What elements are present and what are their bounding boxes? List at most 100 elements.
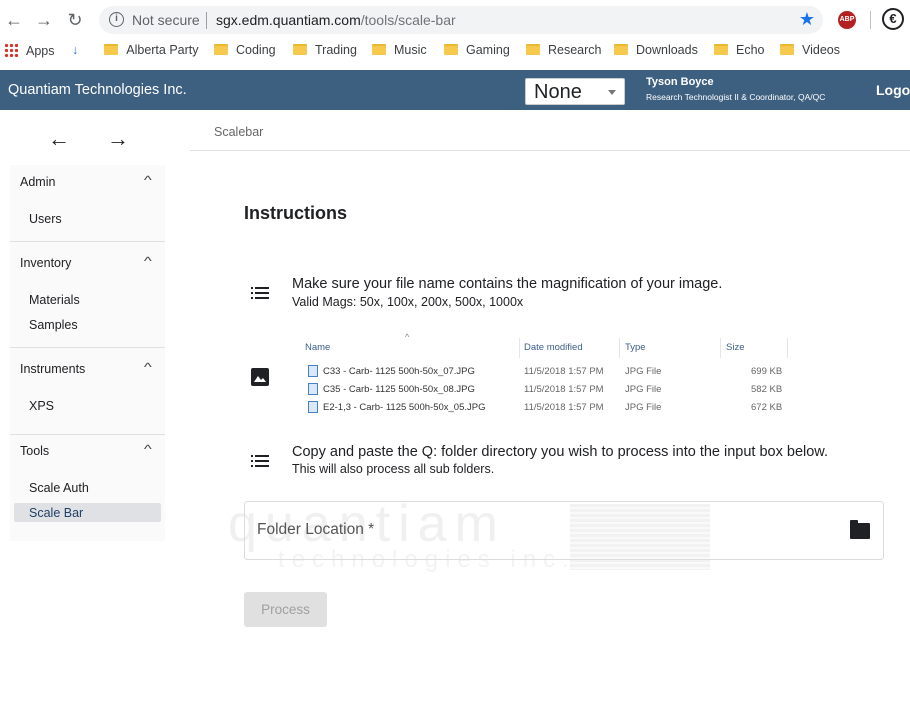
bookmark-apps[interactable]: Apps: [4, 43, 55, 58]
bookmark-downloads[interactable]: Downloads: [614, 43, 698, 57]
file-size: 699 KB: [751, 366, 783, 377]
adblock-extension-icon[interactable]: ABP: [838, 11, 856, 29]
bookmark-label: Alberta Party: [126, 43, 199, 57]
column-divider: [519, 338, 520, 358]
column-divider: [619, 338, 620, 358]
browser-forward-button[interactable]: →: [32, 8, 56, 32]
browser-reload-button[interactable]: ↻: [63, 8, 87, 32]
sidebar-item-scale-bar[interactable]: Scale Bar: [29, 506, 83, 520]
sidebar-item-users[interactable]: Users: [29, 212, 62, 226]
bookmark-research[interactable]: Research: [526, 43, 602, 57]
step-1-subtext: Valid Mags: 50x, 100x, 200x, 500x, 1000x: [292, 295, 524, 309]
browser-back-button[interactable]: ←: [2, 8, 26, 32]
folder-icon: [614, 44, 628, 55]
file-name: E2-1,3 - Carb- 1125 500h-50x_05.JPG: [323, 402, 486, 413]
bookmark-gaming[interactable]: Gaming: [444, 43, 510, 57]
sidebar-divider: [10, 347, 165, 348]
sidebar-section-admin[interactable]: Admin: [20, 175, 55, 189]
bookmark-label: Gaming: [466, 43, 510, 57]
folder-icon: [293, 44, 307, 55]
folder-location-label: Folder Location *: [257, 521, 375, 538]
bookmark-label: Videos: [802, 43, 840, 57]
address-bar[interactable]: i Not secure sgx.edm.quantiam.com/tools/…: [99, 6, 823, 34]
list-icon: [251, 455, 269, 468]
column-header-type: Type: [625, 342, 646, 353]
address-divider: [206, 12, 207, 29]
user-role: Research Technologist II & Coordinator, …: [646, 92, 826, 102]
column-header-name: Name: [305, 342, 331, 353]
table-row: C35 - Carb- 1125 500h-50x_08.JPG 11/5/20…: [300, 382, 790, 398]
sidebar-section-inventory[interactable]: Inventory: [20, 256, 71, 270]
info-icon[interactable]: i: [109, 12, 124, 27]
column-divider: [787, 338, 788, 358]
bookmark-label: Apps: [26, 44, 55, 58]
browser-chrome: ← → ↻ i Not secure sgx.edm.quantiam.com/…: [0, 0, 910, 70]
list-icon: [251, 287, 269, 300]
file-explorer-example: ^ Name Date modified Type Size C33 - Car…: [300, 332, 790, 420]
folder-icon: [372, 44, 386, 55]
file-date: 11/5/2018 1:57 PM: [524, 366, 604, 377]
bookmarks-bar: Apps ↓ Alberta Party Coding Trading Music…: [0, 40, 910, 64]
bookmark-label: Coding: [236, 43, 276, 57]
chevron-up-icon[interactable]: ^: [144, 254, 152, 268]
bookmark-trading[interactable]: Trading: [293, 43, 357, 57]
sidebar-section-tools[interactable]: Tools: [20, 444, 49, 458]
table-row: E2-1,3 - Carb- 1125 500h-50x_05.JPG 11/5…: [300, 400, 790, 416]
chevron-up-icon[interactable]: ^: [144, 360, 152, 374]
bookmark-label: Research: [548, 43, 602, 57]
step-2-text: Copy and paste the Q: folder directory y…: [292, 444, 828, 460]
image-icon: [251, 368, 269, 386]
url-text[interactable]: sgx.edm.quantiam.com/tools/scale-bar: [216, 12, 456, 28]
bookmark-alberta-party[interactable]: ↓ Alberta Party: [72, 43, 199, 57]
sidebar-item-samples[interactable]: Samples: [29, 318, 78, 332]
logout-link[interactable]: Logo: [876, 82, 910, 98]
forward-arrow-icon[interactable]: →: [107, 126, 129, 152]
process-button[interactable]: Process: [244, 592, 327, 627]
folder-icon: [526, 44, 540, 55]
sidebar: Admin ^ Users Inventory ^ Materials Samp…: [10, 165, 165, 541]
extension-e-icon[interactable]: €: [882, 8, 904, 30]
bookmark-music[interactable]: Music: [372, 43, 427, 57]
group-select[interactable]: None: [525, 78, 625, 105]
folder-icon: [214, 44, 228, 55]
file-name: C33 - Carb- 1125 500h-50x_07.JPG: [323, 366, 475, 377]
chevron-down-icon: [608, 90, 616, 95]
sidebar-section-instruments[interactable]: Instruments: [20, 362, 85, 376]
bookmark-label: Music: [394, 43, 427, 57]
folder-icon[interactable]: [850, 520, 870, 539]
bookmark-label: Downloads: [636, 43, 698, 57]
bookmark-coding[interactable]: Coding: [214, 43, 276, 57]
bookmark-echo[interactable]: Echo: [714, 43, 765, 57]
chevron-up-icon[interactable]: ^: [144, 173, 152, 187]
file-type: JPG File: [625, 366, 662, 377]
folder-icon: [780, 44, 794, 55]
file-name: C35 - Carb- 1125 500h-50x_08.JPG: [323, 384, 475, 395]
sidebar-item-materials[interactable]: Materials: [29, 293, 80, 307]
select-value: None: [534, 81, 582, 103]
file-type: JPG File: [625, 402, 662, 413]
column-header-date: Date modified: [524, 342, 583, 353]
jpg-file-icon: [308, 401, 318, 413]
breadcrumb-divider: [190, 150, 910, 151]
step-1-text: Make sure your file name contains the ma…: [292, 276, 723, 292]
url-host: sgx.edm.quantiam.com: [216, 12, 361, 28]
table-row: C33 - Carb- 1125 500h-50x_07.JPG 11/5/20…: [300, 364, 790, 380]
jpg-file-icon: [308, 383, 318, 395]
back-arrow-icon[interactable]: ←: [48, 126, 70, 152]
app-title: Quantiam Technologies Inc.: [8, 82, 187, 98]
step-2-subtext: This will also process all sub folders.: [292, 462, 495, 476]
folder-icon: [714, 44, 728, 55]
bookmark-star-icon[interactable]: ★: [799, 9, 815, 30]
page-title: Instructions: [244, 203, 348, 223]
download-icon: ↓: [72, 43, 79, 57]
chevron-up-icon[interactable]: ^: [144, 442, 152, 456]
sort-caret-icon: ^: [405, 332, 410, 342]
app-header: Quantiam Technologies Inc. None Tyson Bo…: [0, 70, 910, 110]
bookmark-videos[interactable]: Videos: [780, 43, 840, 57]
sidebar-item-xps[interactable]: XPS: [29, 399, 54, 413]
file-size: 582 KB: [751, 384, 783, 395]
folder-icon: [444, 44, 458, 55]
file-size: 672 KB: [751, 402, 783, 413]
sidebar-item-scale-auth[interactable]: Scale Auth: [29, 481, 89, 495]
bookmark-label: Trading: [315, 43, 357, 57]
